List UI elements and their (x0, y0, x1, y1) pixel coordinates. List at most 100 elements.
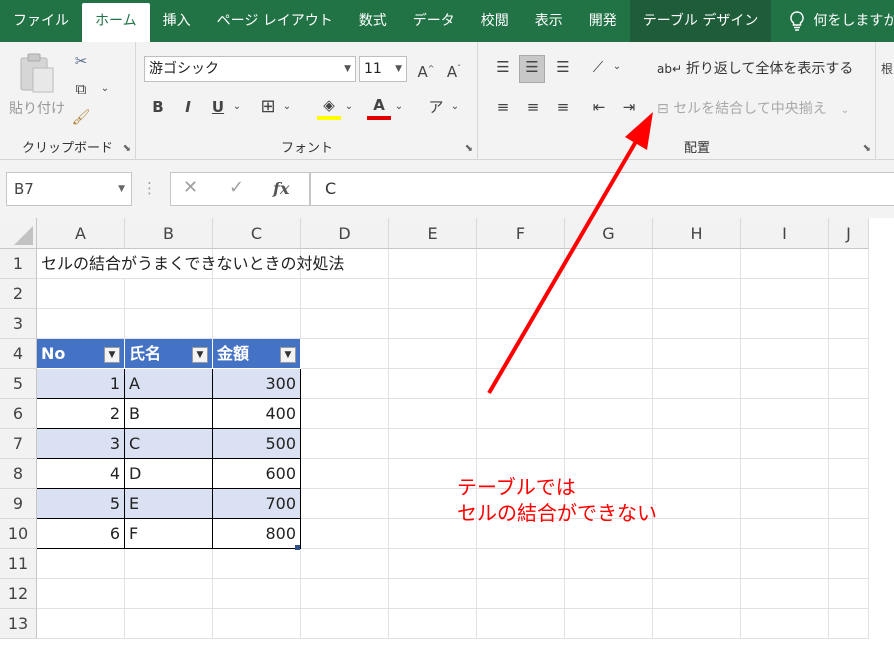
cell-e5[interactable] (389, 369, 477, 399)
cell-h8[interactable] (653, 459, 741, 489)
row-header-13[interactable]: 13 (0, 609, 37, 639)
align-middle-icon[interactable]: ☰ (519, 55, 545, 83)
cell-e11[interactable] (389, 549, 477, 579)
formula-input[interactable]: C (310, 172, 894, 206)
cell-h11[interactable] (653, 549, 741, 579)
cell-d8[interactable] (301, 459, 389, 489)
cell-e12[interactable] (389, 579, 477, 609)
row-header-2[interactable]: 2 (0, 279, 37, 309)
increase-font-icon[interactable]: A^ (415, 58, 437, 83)
cell-g2[interactable] (565, 279, 653, 309)
filter-dropdown-icon[interactable]: ▼ (192, 347, 208, 363)
column-header-a[interactable]: A (37, 218, 125, 249)
cell-f3[interactable] (477, 309, 565, 339)
filter-dropdown-icon[interactable]: ▼ (104, 347, 120, 363)
cell-j6[interactable] (829, 399, 869, 429)
cell-j9[interactable] (829, 489, 869, 519)
row-header-8[interactable]: 8 (0, 459, 37, 489)
cell-b11[interactable] (125, 549, 213, 579)
cell-d5[interactable] (301, 369, 389, 399)
name-box[interactable]: B7 ▼ (6, 172, 132, 206)
underline-icon[interactable]: U (207, 96, 229, 118)
cell-c11[interactable] (213, 549, 301, 579)
cell-i5[interactable] (741, 369, 829, 399)
cell-e1[interactable] (389, 249, 477, 279)
table-header-cell[interactable]: No ▼ (37, 339, 125, 369)
cell-j1[interactable] (829, 249, 869, 279)
cell-f5[interactable] (477, 369, 565, 399)
align-bottom-icon[interactable]: ☰ (551, 56, 575, 82)
cell-j11[interactable] (829, 549, 869, 579)
font-name-combo[interactable]: 游ゴシック ▼ (144, 56, 356, 82)
cell-j7[interactable] (829, 429, 869, 459)
font-color-icon[interactable]: A (367, 94, 391, 120)
borders-icon[interactable]: ⊞ (257, 96, 279, 118)
align-right-icon[interactable]: ≡ (551, 96, 575, 118)
tab-review[interactable]: 校閲 (468, 0, 522, 42)
tab-formulas[interactable]: 数式 (346, 0, 400, 42)
table-cell[interactable]: 6 (37, 519, 125, 549)
column-header-e[interactable]: E (389, 218, 477, 249)
cell-j3[interactable] (829, 309, 869, 339)
cell-g7[interactable] (565, 429, 653, 459)
column-header-b[interactable]: B (125, 218, 213, 249)
copy-icon[interactable]: ⧉ (70, 78, 92, 100)
font-launcher-icon[interactable]: ⬊ (465, 143, 473, 154)
italic-icon[interactable]: I (177, 96, 199, 118)
align-left-icon[interactable]: ≡ (491, 96, 515, 118)
row-header-7[interactable]: 7 (0, 429, 37, 459)
table-cell[interactable]: 700 (213, 489, 301, 519)
phonetic-icon[interactable]: ア (425, 96, 447, 118)
cell-d2[interactable] (301, 279, 389, 309)
row-header-3[interactable]: 3 (0, 309, 37, 339)
cell-f13[interactable] (477, 609, 565, 639)
cell-h9[interactable] (653, 489, 741, 519)
cell-i8[interactable] (741, 459, 829, 489)
tab-table-design[interactable]: テーブル デザイン (629, 0, 772, 42)
cancel-icon[interactable]: ✕ (183, 177, 198, 198)
table-cell[interactable]: A (125, 369, 213, 399)
cell-g3[interactable] (565, 309, 653, 339)
underline-dropdown-icon[interactable]: ⌄ (231, 96, 243, 118)
phonetic-dropdown-icon[interactable]: ⌄ (449, 96, 461, 118)
column-header-d[interactable]: D (301, 218, 389, 249)
column-header-i[interactable]: I (741, 218, 829, 249)
row-header-11[interactable]: 11 (0, 549, 37, 579)
cell-b2[interactable] (125, 279, 213, 309)
tab-page-layout[interactable]: ページ レイアウト (204, 0, 346, 42)
column-header-f[interactable]: F (477, 218, 565, 249)
cell-h7[interactable] (653, 429, 741, 459)
cell-i2[interactable] (741, 279, 829, 309)
cell-h1[interactable] (653, 249, 741, 279)
bold-icon[interactable]: B (147, 96, 169, 118)
row-header-1[interactable]: 1 (0, 249, 37, 279)
table-header-cell[interactable]: 金額 ▼ (213, 339, 301, 369)
cell-b3[interactable] (125, 309, 213, 339)
align-center-icon[interactable]: ≡ (521, 96, 545, 118)
cell-e7[interactable] (389, 429, 477, 459)
cell-f11[interactable] (477, 549, 565, 579)
cell-a3[interactable] (37, 309, 125, 339)
cell-d9[interactable] (301, 489, 389, 519)
cell-i13[interactable] (741, 609, 829, 639)
fill-color-dropdown-icon[interactable]: ⌄ (343, 96, 355, 118)
cell-f12[interactable] (477, 579, 565, 609)
font-color-dropdown-icon[interactable]: ⌄ (393, 96, 405, 118)
row-header-6[interactable]: 6 (0, 399, 37, 429)
cell-h12[interactable] (653, 579, 741, 609)
cell-g5[interactable] (565, 369, 653, 399)
merge-center-button[interactable]: ⊟ セルを結合して中央揃え ⌄ (657, 96, 849, 122)
tab-file[interactable]: ファイル (0, 0, 82, 42)
paste-button[interactable]: 貼り付け (8, 48, 66, 120)
table-cell[interactable]: 1 (37, 369, 125, 399)
cell-g12[interactable] (565, 579, 653, 609)
table-cell[interactable]: B (125, 399, 213, 429)
tab-developer[interactable]: 開発 (576, 0, 630, 42)
cell-e4[interactable] (389, 339, 477, 369)
cell-e13[interactable] (389, 609, 477, 639)
cell-h13[interactable] (653, 609, 741, 639)
cell-j12[interactable] (829, 579, 869, 609)
cell-d12[interactable] (301, 579, 389, 609)
cell-f6[interactable] (477, 399, 565, 429)
table-cell[interactable]: C (125, 429, 213, 459)
